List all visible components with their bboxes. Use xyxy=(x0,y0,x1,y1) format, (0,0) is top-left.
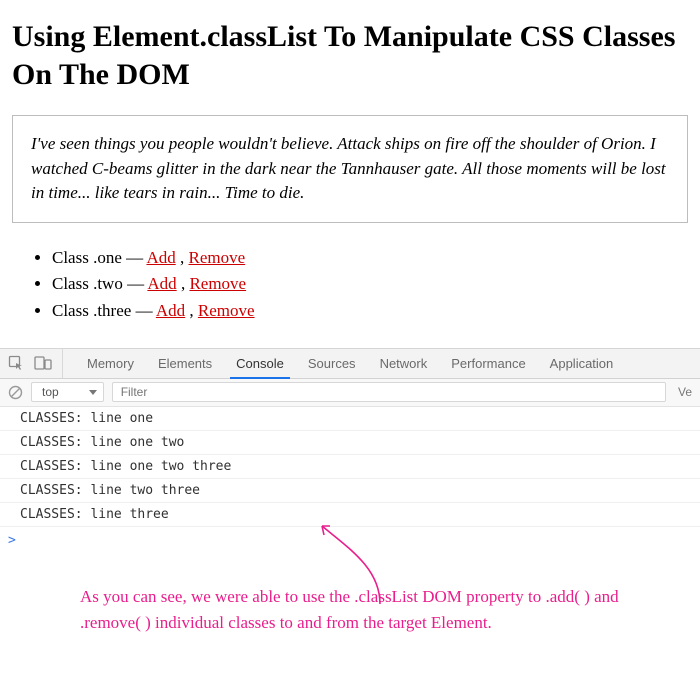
context-label: top xyxy=(42,385,59,399)
remove-link[interactable]: Remove xyxy=(198,301,255,320)
tab-elements[interactable]: Elements xyxy=(146,349,224,378)
class-toggle-list: Class .one — Add , Remove Class .two — A… xyxy=(12,245,688,324)
quote-box: I've seen things you people wouldn't bel… xyxy=(12,115,688,223)
devtools-tabbar: Memory Elements Console Sources Network … xyxy=(0,349,700,379)
add-link[interactable]: Add xyxy=(147,274,176,293)
annotation-text: As you can see, we were able to use the … xyxy=(80,584,660,637)
device-toggle-icon[interactable] xyxy=(34,355,52,371)
remove-link[interactable]: Remove xyxy=(189,274,246,293)
page-title: Using Element.classList To Manipulate CS… xyxy=(12,18,688,93)
inspect-icon[interactable] xyxy=(8,355,24,371)
console-output: CLASSES: line one CLASSES: line one two … xyxy=(0,407,700,554)
class-label: Class .three xyxy=(52,301,131,320)
console-line: CLASSES: line three xyxy=(0,503,700,527)
add-link[interactable]: Add xyxy=(146,248,175,267)
list-item: Class .one — Add , Remove xyxy=(52,245,688,271)
devtools-filterbar: top Ve xyxy=(0,379,700,407)
tab-sources[interactable]: Sources xyxy=(296,349,368,378)
console-line: CLASSES: line one two xyxy=(0,431,700,455)
list-item: Class .three — Add , Remove xyxy=(52,298,688,324)
console-filter-input[interactable] xyxy=(112,382,666,402)
annotation: As you can see, we were able to use the … xyxy=(0,554,700,657)
console-line: CLASSES: line one two three xyxy=(0,455,700,479)
tab-performance[interactable]: Performance xyxy=(439,349,537,378)
class-label: Class .two xyxy=(52,274,123,293)
add-link[interactable]: Add xyxy=(156,301,185,320)
console-prompt[interactable]: > xyxy=(0,527,700,554)
tab-network[interactable]: Network xyxy=(368,349,440,378)
devtools-panel: Memory Elements Console Sources Network … xyxy=(0,348,700,657)
tab-console[interactable]: Console xyxy=(224,349,296,378)
remove-link[interactable]: Remove xyxy=(188,248,245,267)
tab-application[interactable]: Application xyxy=(538,349,626,378)
console-line: CLASSES: line two three xyxy=(0,479,700,503)
verbose-label: Ve xyxy=(674,385,692,399)
chevron-down-icon xyxy=(89,390,97,395)
tab-memory[interactable]: Memory xyxy=(75,349,146,378)
console-line: CLASSES: line one xyxy=(0,407,700,431)
clear-console-icon[interactable] xyxy=(8,385,23,400)
list-item: Class .two — Add , Remove xyxy=(52,271,688,297)
context-selector[interactable]: top xyxy=(31,382,104,402)
class-label: Class .one xyxy=(52,248,122,267)
